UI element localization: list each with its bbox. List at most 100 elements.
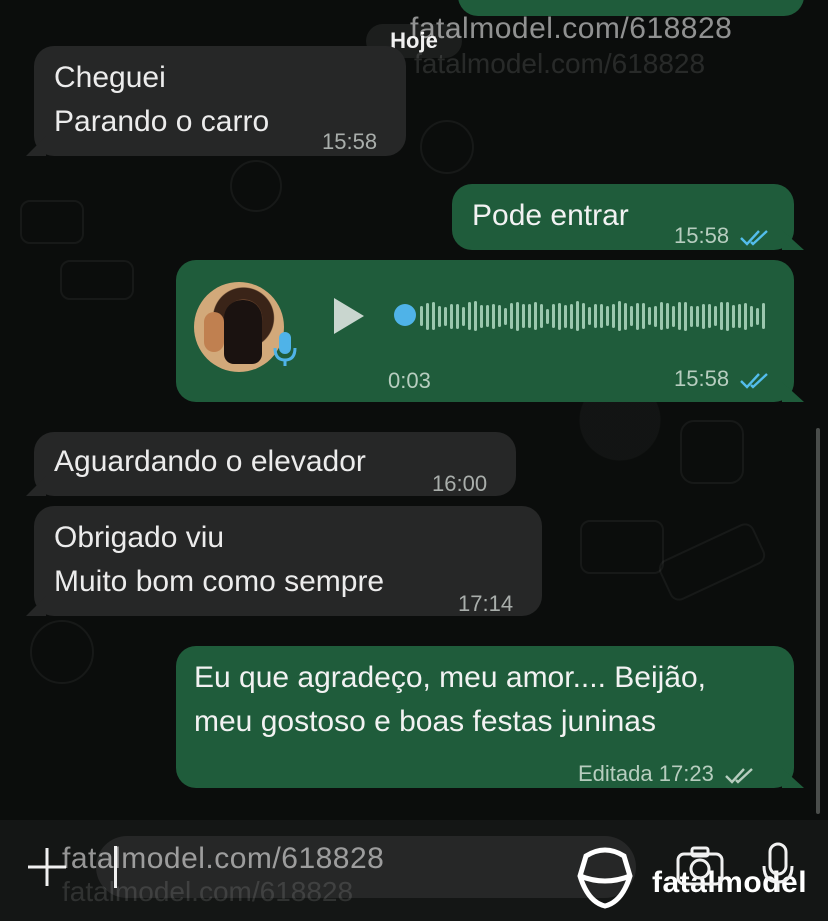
message-text: Muito bom como sempre: [54, 565, 385, 598]
waveform-bar: [648, 307, 651, 325]
waveform-bar: [606, 306, 609, 326]
message-text: Pode entrar: [472, 199, 629, 232]
waveform-bar: [660, 302, 663, 330]
sender-avatar: [194, 282, 284, 372]
camera-icon[interactable]: [676, 846, 724, 886]
watermark-url-top: fatalmodel.com/618828: [410, 12, 733, 45]
read-receipt-icon: [740, 230, 769, 246]
message-time: 17:23: [658, 761, 714, 786]
waveform-bar: [516, 301, 519, 331]
wallpaper-doodle: [655, 520, 769, 604]
voice-duration: 0:03: [388, 368, 431, 393]
waveform-bar: [654, 305, 657, 327]
waveform-bar: [432, 302, 435, 330]
wallpaper-doodle: [580, 520, 664, 574]
message-bubble-incoming[interactable]: Cheguei Parando o carro 15:58: [34, 46, 406, 156]
message-bubble-outgoing[interactable]: Eu que agradeço, meu amor.... Beijão, me…: [176, 646, 794, 788]
waveform-bar: [732, 304, 735, 328]
waveform-bar: [462, 306, 465, 326]
waveform-bar: [666, 303, 669, 329]
wallpaper-doodle: [420, 120, 474, 174]
avatar-highlight: [204, 312, 224, 352]
waveform-bar: [510, 303, 513, 329]
waveform-bar: [552, 304, 555, 328]
waveform-bar: [618, 301, 621, 331]
waveform-bar: [480, 304, 483, 328]
waveform-bar: [702, 303, 705, 329]
waveform-bar: [498, 305, 501, 327]
voice-playhead[interactable]: [394, 304, 416, 326]
waveform-bar: [576, 301, 579, 331]
waveform-bar: [564, 304, 567, 328]
watermark-url-top-ghost: fatalmodel.com/618828: [414, 48, 706, 79]
voice-note-microphone-icon: [273, 332, 297, 366]
waveform-bar: [570, 303, 573, 329]
message-meta: Editada 17:23: [578, 752, 756, 796]
waveform-bar: [582, 303, 585, 329]
waveform-bar: [690, 305, 693, 327]
message-time: 15:58: [674, 223, 730, 248]
waveform-bar: [558, 302, 561, 330]
watermark-url-bottom: fatalmodel.com/618828: [62, 842, 385, 875]
waveform-bar: [714, 306, 717, 326]
message-time: 15:58: [674, 366, 730, 391]
edited-label: Editada: [578, 761, 653, 786]
message-time: 16:00: [432, 471, 488, 496]
waveform-bar: [426, 302, 429, 330]
waveform-bar: [672, 305, 675, 327]
message-text: Aguardando o elevador: [54, 445, 366, 478]
message-time: 17:14: [458, 591, 514, 616]
wallpaper-doodle: [60, 260, 134, 300]
microphone-icon[interactable]: [760, 842, 796, 894]
watermark-url-bottom-ghost: fatalmodel.com/618828: [62, 876, 354, 907]
waveform-bar: [534, 302, 537, 330]
waveform-bar: [636, 302, 639, 330]
waveform-bar: [546, 308, 549, 324]
message-bubble-outgoing[interactable]: Pode entrar 15:58: [452, 184, 794, 250]
wallpaper-doodle: [30, 620, 94, 684]
waveform-bar: [444, 306, 447, 326]
waveform-bar: [474, 301, 477, 331]
message-text: Obrigado viu: [54, 521, 225, 554]
waveform-bar: [696, 305, 699, 327]
read-receipt-icon: [740, 373, 769, 389]
sticker-icon[interactable]: [572, 846, 638, 912]
waveform-bar: [630, 306, 633, 326]
message-text: Eu que agradeço, meu amor.... Beijão,: [194, 661, 706, 694]
wallpaper-doodle: [230, 160, 282, 212]
wallpaper-doodle: [680, 420, 744, 484]
message-text: Parando o carro: [54, 105, 270, 138]
waveform-bar: [456, 303, 459, 329]
waveform-bar: [720, 302, 723, 330]
waveform-bar: [600, 304, 603, 328]
waveform-bar: [522, 304, 525, 328]
waveform-bar: [738, 304, 741, 328]
waveform-bar: [594, 304, 597, 328]
waveform-bar: [492, 303, 495, 329]
message-time-group: 15:58: [674, 366, 771, 392]
waveform-bar: [678, 302, 681, 330]
waveform-bar: [420, 306, 423, 326]
waveform-bar: [726, 301, 729, 331]
waveform-bar: [528, 304, 531, 328]
wallpaper-doodle: [20, 200, 84, 244]
waveform-bar: [438, 305, 441, 327]
waveform-bar: [684, 301, 687, 331]
waveform-bar: [612, 304, 615, 328]
waveform-bar: [468, 302, 471, 330]
chat-scrollbar[interactable]: [816, 428, 820, 814]
waveform-bar: [642, 303, 645, 329]
waveform-bar: [762, 303, 765, 329]
waveform-bar: [750, 305, 753, 327]
waveform-bar: [624, 302, 627, 330]
waveform-bar: [744, 302, 747, 330]
waveform-bar: [756, 307, 759, 325]
delivered-receipt-icon: [725, 768, 753, 784]
message-text: meu gostoso e boas festas juninas: [194, 705, 656, 738]
message-bubble-incoming[interactable]: Aguardando o elevador 16:00: [34, 432, 516, 496]
voice-waveform[interactable]: [420, 296, 765, 336]
message-time: 15:58: [322, 129, 378, 154]
waveform-bar: [450, 303, 453, 329]
message-bubble-incoming[interactable]: Obrigado viu Muito bom como sempre 17:14: [34, 506, 542, 616]
play-button[interactable]: [330, 296, 366, 336]
